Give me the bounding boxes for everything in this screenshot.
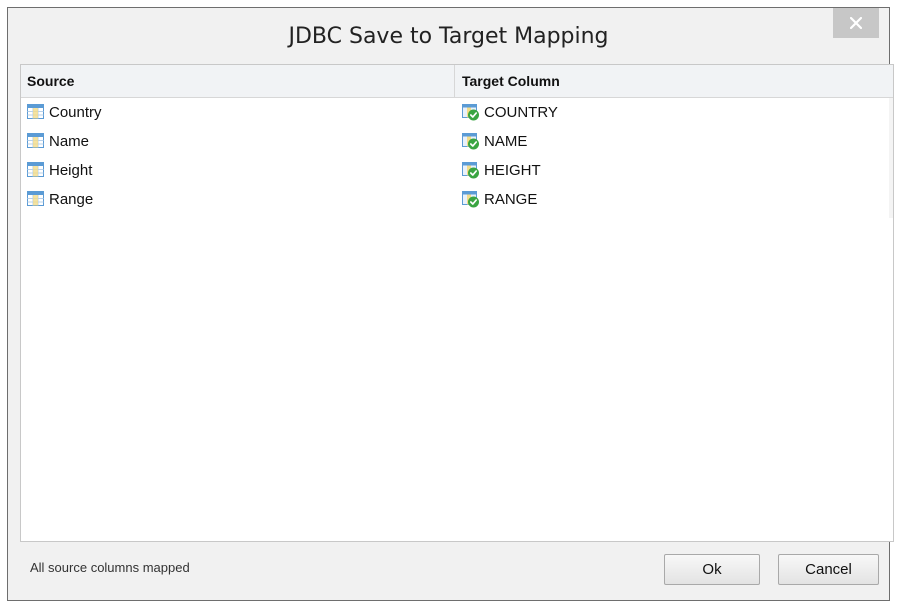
dialog-titlebar: JDBC Save to Target Mapping	[8, 8, 889, 64]
table-column-icon	[27, 162, 44, 177]
table-row[interactable]: Height HEIGHT	[21, 156, 893, 185]
status-text: All source columns mapped	[30, 560, 190, 575]
source-column-name: Height	[49, 162, 93, 179]
mapped-column-check-icon	[462, 191, 479, 208]
table-row[interactable]: Country COUNTRY	[21, 98, 893, 127]
close-button[interactable]	[833, 8, 879, 38]
cancel-button[interactable]: Cancel	[778, 554, 879, 585]
target-column-name: COUNTRY	[484, 104, 558, 121]
source-column-name: Country	[49, 104, 102, 121]
mapping-grid: Source Target Column Country COUNTRY Name N…	[20, 64, 894, 542]
target-column-name: HEIGHT	[484, 162, 541, 179]
table-column-icon	[27, 191, 44, 206]
grid-header: Source Target Column	[21, 65, 893, 98]
ok-button[interactable]: Ok	[664, 554, 760, 585]
dialog-footer: All source columns mapped Ok Cancel	[20, 542, 894, 594]
dialog-title: JDBC Save to Target Mapping	[288, 24, 609, 49]
target-column-name: NAME	[484, 133, 528, 150]
table-column-icon	[27, 133, 44, 148]
table-row[interactable]: Range RANGE	[21, 185, 893, 214]
table-column-icon	[27, 104, 44, 119]
mapped-column-check-icon	[462, 104, 479, 121]
mapped-column-check-icon	[462, 162, 479, 179]
source-column-name: Name	[49, 133, 90, 150]
source-column-name: Range	[49, 191, 94, 208]
mapped-column-check-icon	[462, 133, 479, 150]
close-icon	[850, 17, 862, 29]
column-header-source[interactable]: Source	[21, 65, 455, 97]
column-header-target[interactable]: Target Column	[456, 65, 893, 97]
target-column-name: RANGE	[484, 191, 538, 208]
grid-rows: Country COUNTRY Name NAME Height HEIGHT Range R…	[21, 98, 893, 214]
mapping-dialog: JDBC Save to Target Mapping Source Targe…	[7, 7, 894, 601]
table-row[interactable]: Name NAME	[21, 127, 893, 156]
